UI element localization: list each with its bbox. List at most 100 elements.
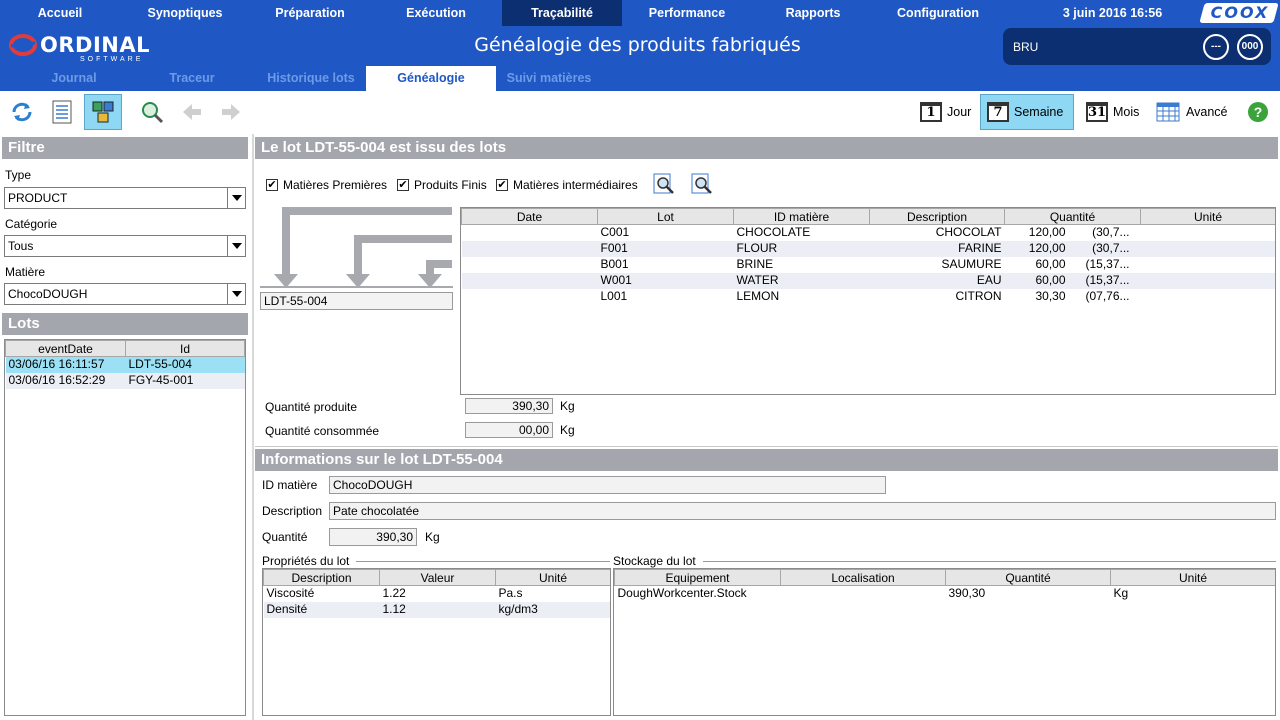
gen-col-quantite[interactable]: Quantité <box>1004 208 1141 225</box>
cell-desc: CITRON <box>955 289 1002 303</box>
nav-performance[interactable]: Performance <box>640 0 734 26</box>
cell-lot: W001 <box>597 272 734 289</box>
lot-source-box: LDT-55-004 <box>260 292 453 310</box>
gen-col-id[interactable]: ID matière <box>733 208 870 225</box>
back-button[interactable] <box>174 94 210 130</box>
qty-value: 120,00 <box>1028 241 1066 255</box>
nav-synoptiques[interactable]: Synoptiques <box>140 0 230 26</box>
cell-desc: SAUMURE <box>941 257 1002 271</box>
refresh-button[interactable] <box>4 94 40 130</box>
prop-desc: Viscosité <box>266 586 315 601</box>
tab-genealogie[interactable]: Généalogie <box>366 66 496 91</box>
props-col-valeur[interactable]: Valeur <box>379 569 496 586</box>
section-divider <box>255 446 1278 447</box>
matiere-value: ChocoDOUGH <box>8 287 88 301</box>
table-row[interactable]: 03/06/16 16:52:29 FGY-45-001 <box>5 372 245 389</box>
period-avance-button[interactable]: Avancé <box>1150 94 1233 130</box>
table-row[interactable]: F001 FLOUR FARINE 120,00 (30,7... <box>461 240 1275 257</box>
lots-table: eventDate Id 03/06/16 16:11:57 LDT-55-00… <box>4 339 246 716</box>
table-row[interactable]: Densité 1.12 kg/dm3 <box>263 601 610 618</box>
nav-accueil[interactable]: Accueil <box>20 0 100 26</box>
storage-col-unite[interactable]: Unité <box>1110 569 1275 586</box>
cell-qty: 30,30 (07,76... <box>1005 289 1141 305</box>
storage-col-localisation[interactable]: Localisation <box>780 569 946 586</box>
storage-col-quantite[interactable]: Quantité <box>945 569 1111 586</box>
cell-date <box>462 225 598 241</box>
user-panel: BRU --- 000 <box>1003 28 1271 65</box>
cell-qty: 60,00 (15,37... <box>1004 272 1141 289</box>
table-row[interactable]: W001 WATER EAU 60,00 (15,37... <box>461 272 1275 289</box>
help-button[interactable]: ? <box>1240 94 1276 130</box>
table-row[interactable]: C001 CHOCOLATE CHOCOLAT 120,00 (30,7... <box>462 225 1276 241</box>
panel-divider <box>252 134 254 720</box>
nav-preparation[interactable]: Préparation <box>265 0 355 26</box>
checkbox-checked-icon[interactable]: ✔ <box>397 179 409 191</box>
checkbox-checked-icon[interactable]: ✔ <box>496 179 508 191</box>
type-label: Type <box>5 168 32 182</box>
check-matieres-premieres[interactable]: ✔ Matières Premières <box>266 178 387 192</box>
chevron-down-icon[interactable] <box>227 284 245 304</box>
list-view-button[interactable] <box>44 94 80 130</box>
qty-percent: (30,7... <box>1092 225 1130 240</box>
props-col-unite[interactable]: Unité <box>495 569 610 586</box>
gen-col-unite[interactable]: Unité <box>1140 208 1275 225</box>
calendar-month-icon: 31 <box>1086 102 1108 122</box>
check-label: Produits Finis <box>414 178 487 192</box>
storage-localisation <box>781 586 946 602</box>
calendar-day-icon: 1 <box>920 102 942 122</box>
qty-value: 60,00 <box>1035 257 1066 271</box>
genealogy-icon <box>92 101 114 123</box>
matiere-select[interactable]: ChocoDOUGH <box>4 283 246 305</box>
qty-produced-field: 390,30 <box>465 398 553 414</box>
svg-text:?: ? <box>1254 104 1263 120</box>
table-row[interactable]: 03/06/16 16:11:57 LDT-55-004 <box>5 356 245 373</box>
props-col-description[interactable]: Description <box>263 569 380 586</box>
qty-value: 60,00 <box>1035 273 1066 287</box>
calendar-grid-icon <box>1156 102 1180 122</box>
period-semaine-button[interactable]: 7 Semaine <box>980 94 1074 130</box>
nav-tracabilite[interactable]: Traçabilité <box>502 0 622 26</box>
check-matieres-intermediaires[interactable]: ✔ Matières intermédiaires <box>496 178 638 192</box>
chevron-down-icon[interactable] <box>227 188 245 208</box>
table-row[interactable]: Viscosité 1.22 Pa.s <box>264 586 611 602</box>
gen-col-description[interactable]: Description <box>869 208 1005 225</box>
genealogy-view-button[interactable] <box>84 94 122 130</box>
tab-suivi-matieres[interactable]: Suivi matières <box>502 66 596 91</box>
period-mois-button[interactable]: 31 Mois <box>1080 94 1145 130</box>
categorie-select[interactable]: Tous <box>4 235 246 257</box>
nav-rapports[interactable]: Rapports <box>775 0 851 26</box>
lots-col-eventdate[interactable]: eventDate <box>5 340 126 357</box>
table-row[interactable]: L001 LEMON CITRON 30,30 (07,76... <box>462 289 1276 305</box>
table-row[interactable]: DoughWorkcenter.Stock 390,30 Kg <box>615 586 1276 602</box>
period-avance-label: Avancé <box>1186 105 1228 119</box>
lots-col-id[interactable]: Id <box>125 340 245 357</box>
storage-col-equipement[interactable]: Equipement <box>614 569 781 586</box>
gen-col-date[interactable]: Date <box>461 208 598 225</box>
table-row[interactable]: B001 BRINE SAUMURE 60,00 (15,37... <box>462 257 1276 273</box>
genealogy-table: Date Lot ID matière Description Quantité… <box>460 207 1276 395</box>
status-button-2[interactable]: 000 <box>1237 34 1263 60</box>
props-group-line <box>356 561 610 562</box>
chevron-down-icon[interactable] <box>227 236 245 256</box>
type-select[interactable]: PRODUCT <box>4 187 246 209</box>
tab-traceur[interactable]: Traceur <box>158 66 226 91</box>
tab-journal[interactable]: Journal <box>40 66 108 91</box>
period-jour-button[interactable]: 1 Jour <box>914 94 977 130</box>
gen-col-lot[interactable]: Lot <box>597 208 734 225</box>
categorie-label: Catégorie <box>5 217 58 231</box>
search-button[interactable] <box>134 94 170 130</box>
cell-lot: B001 <box>600 257 629 271</box>
cell-date <box>461 272 598 289</box>
zoom-in-button[interactable] <box>652 172 676 196</box>
status-button-1[interactable]: --- <box>1203 34 1229 60</box>
nav-configuration[interactable]: Configuration <box>888 0 988 26</box>
categorie-value: Tous <box>8 239 34 253</box>
filter-header: Filtre <box>2 137 248 159</box>
cell-id: WATER <box>733 272 870 289</box>
zoom-out-button[interactable] <box>690 172 714 196</box>
check-produits-finis[interactable]: ✔ Produits Finis <box>397 178 487 192</box>
tab-historique-lots[interactable]: Historique lots <box>262 66 360 91</box>
checkbox-checked-icon[interactable]: ✔ <box>266 179 278 191</box>
nav-execution[interactable]: Exécution <box>396 0 476 26</box>
forward-button[interactable] <box>213 94 249 130</box>
